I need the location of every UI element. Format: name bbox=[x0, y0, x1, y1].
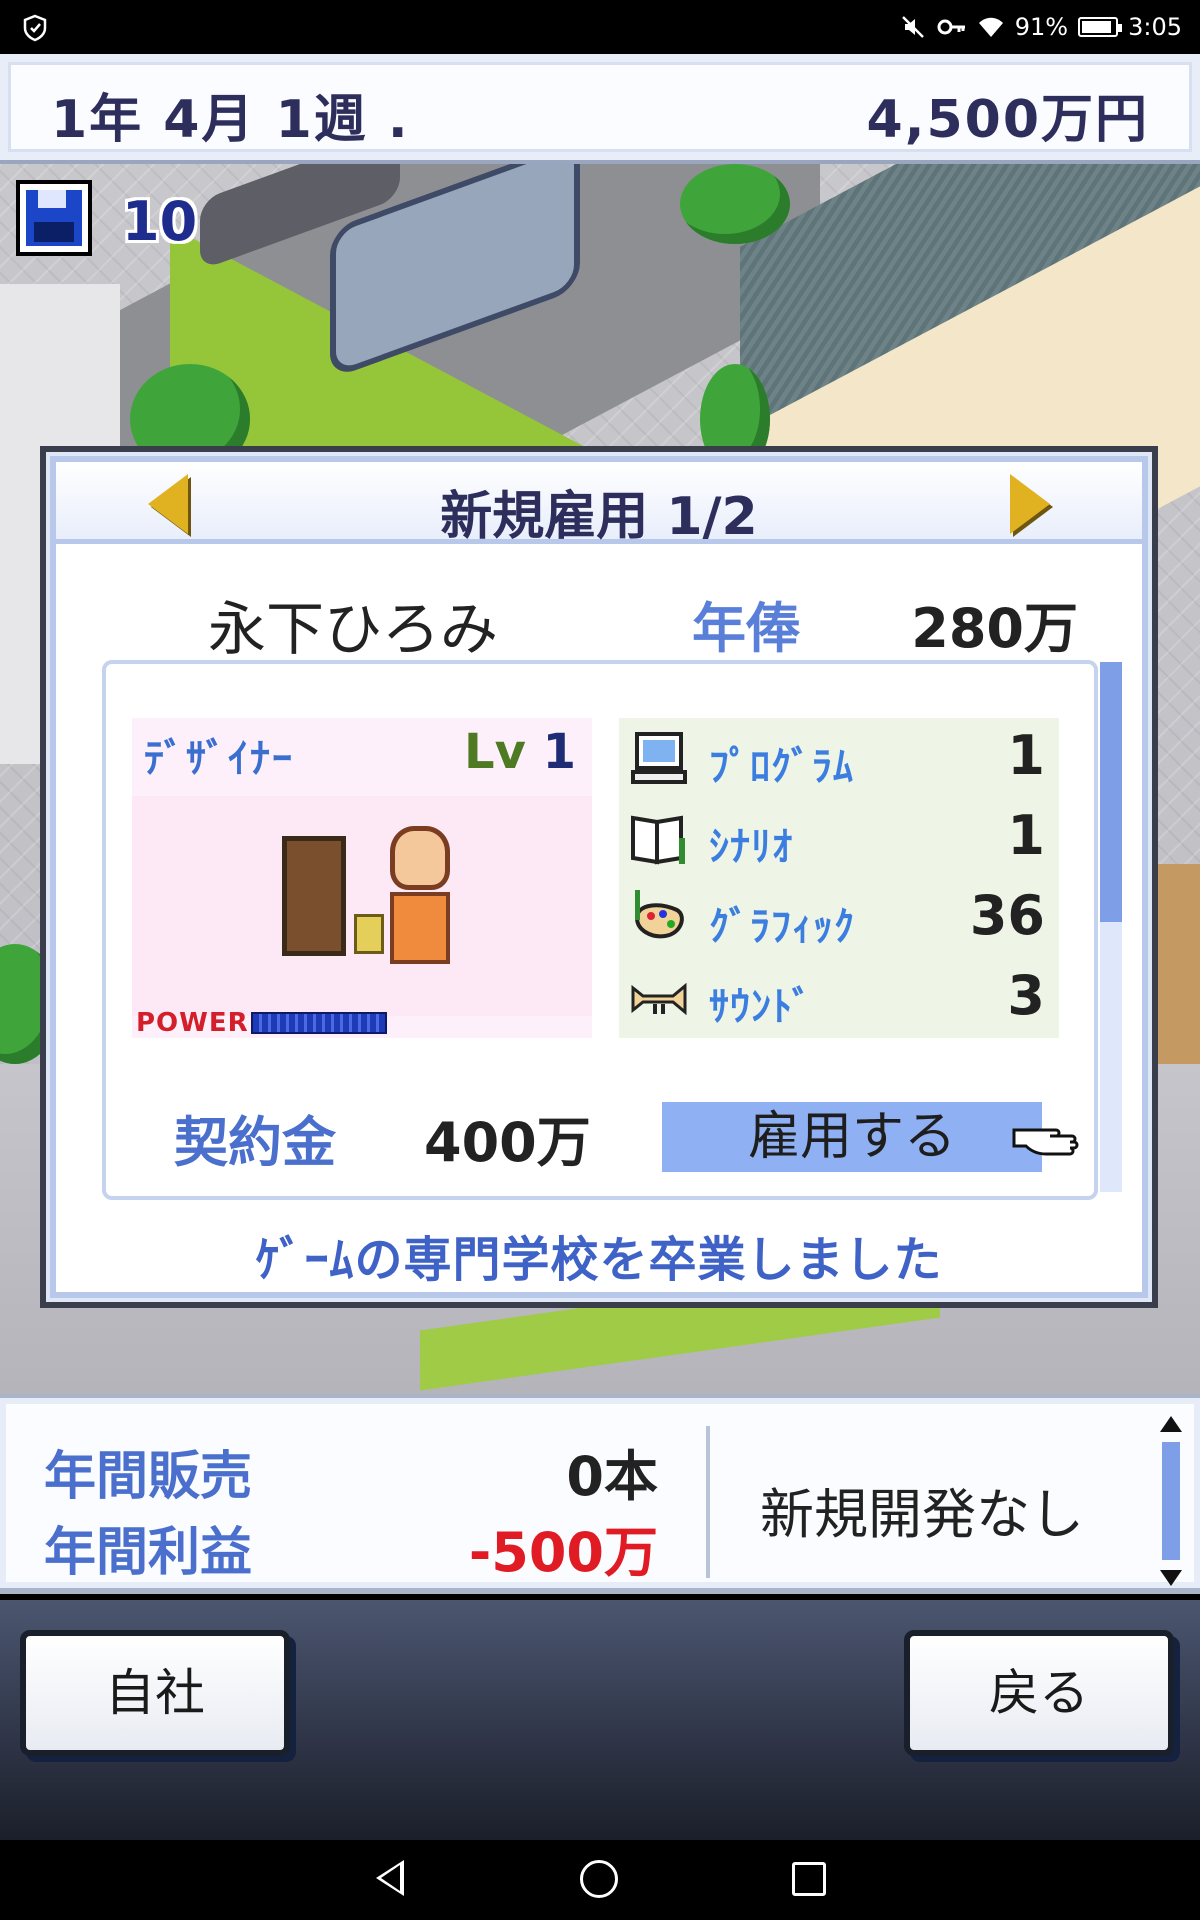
trumpet-icon bbox=[631, 982, 687, 1016]
card-scrollbar[interactable] bbox=[1100, 662, 1122, 1192]
book-icon bbox=[631, 815, 685, 865]
save-button[interactable] bbox=[16, 180, 92, 256]
nav-back-icon[interactable] bbox=[376, 1860, 404, 1896]
annual-stats-body: 年間販売 0本 年間利益 -500万 新規開発なし bbox=[6, 1404, 1194, 1586]
info-scrollbar[interactable] bbox=[1158, 1416, 1184, 1586]
wifi-icon bbox=[978, 17, 1003, 37]
hire-dialog: 新規雇用 1/2 永下ひろみ 年俸 280万 ﾃﾞｻﾞｲﾅｰ Lv 1 POWE… bbox=[40, 446, 1158, 1308]
mute-icon bbox=[901, 16, 924, 38]
dialog-header: 新規雇用 1/2 bbox=[56, 462, 1142, 547]
salary-label: 年俸 bbox=[692, 597, 800, 660]
battery-level bbox=[1082, 21, 1112, 33]
navigation-bar bbox=[0, 1840, 1200, 1920]
back-button[interactable]: 戻る bbox=[904, 1630, 1174, 1756]
scroll-up-icon[interactable] bbox=[1160, 1416, 1182, 1432]
save-count: 10 bbox=[122, 190, 198, 253]
stat-label: ﾌﾟﾛｸﾞﾗﾑ bbox=[709, 744, 854, 790]
avatar-body bbox=[390, 892, 450, 964]
power-meter: POWER bbox=[136, 1008, 387, 1038]
power-label: POWER bbox=[136, 1008, 249, 1038]
stat-label: ｸﾞﾗﾌｨｯｸ bbox=[709, 904, 855, 950]
easel-icon bbox=[282, 836, 346, 956]
status-icons: 91% 3:05 bbox=[899, 10, 1182, 44]
stat-row-sound: ｻｳﾝﾄﾞ 3 bbox=[619, 958, 1059, 1036]
employee-level: Lv 1 bbox=[464, 724, 576, 780]
employee-name: 永下ひろみ bbox=[208, 595, 499, 663]
company-button[interactable]: 自社 bbox=[20, 1630, 290, 1756]
status-bar: 91% 3:05 bbox=[0, 0, 1200, 54]
annual-sales-label: 年間販売 bbox=[44, 1447, 253, 1507]
scroll-down-icon[interactable] bbox=[1160, 1570, 1182, 1586]
paint-bucket-icon bbox=[354, 914, 384, 954]
clock: 3:05 bbox=[1128, 13, 1182, 41]
dialog-title: 新規雇用 1/2 bbox=[440, 487, 758, 547]
salary-value: 280万 bbox=[911, 597, 1078, 660]
hire-button[interactable]: 雇用する bbox=[662, 1102, 1042, 1172]
contract-fee-value: 400万 bbox=[424, 1111, 591, 1174]
shield-icon bbox=[23, 14, 47, 42]
development-status: 新規開発なし bbox=[760, 1483, 1084, 1546]
scrollbar-thumb[interactable] bbox=[1100, 662, 1122, 922]
battery-icon bbox=[1078, 17, 1123, 37]
game-date: 1年 4月 1週 . bbox=[51, 90, 410, 150]
funds: 4,500万円 bbox=[866, 90, 1149, 150]
annual-profit-value: -500万 bbox=[468, 1521, 658, 1584]
annual-stats-panel: 年間販売 0本 年間利益 -500万 新規開発なし bbox=[0, 1394, 1200, 1594]
level-value: 1 bbox=[542, 724, 576, 780]
date-money-panel: 1年 4月 1週 . 4,500万円 bbox=[8, 62, 1192, 152]
battery-percent: 91% bbox=[1014, 13, 1069, 41]
annual-profit-label: 年間利益 bbox=[44, 1523, 253, 1583]
nav-home-icon[interactable] bbox=[580, 1860, 618, 1898]
annual-sales-value: 0本 bbox=[566, 1445, 658, 1508]
employee-description: ｹﾞｰﾑの専門学校を卒業しました bbox=[255, 1232, 943, 1288]
key-icon bbox=[937, 19, 965, 35]
employee-role: ﾃﾞｻﾞｲﾅｰ bbox=[144, 736, 294, 782]
stat-label: ｻｳﾝﾄﾞ bbox=[709, 984, 813, 1030]
stat-row-scenario: ｼﾅﾘｵ 1 bbox=[619, 798, 1059, 876]
avatar-head bbox=[390, 826, 450, 890]
contract-fee-label: 契約金 bbox=[174, 1111, 336, 1174]
stat-value: 1 bbox=[1007, 804, 1045, 867]
power-bar bbox=[250, 1012, 387, 1034]
skill-stats: ﾌﾟﾛｸﾞﾗﾑ 1 ｼﾅﾘｵ 1 ｸﾞﾗﾌｨｯｸ 36 ｻｳﾝﾄﾞ 3 bbox=[619, 718, 1059, 1038]
stat-row-graphics: ｸﾞﾗﾌｨｯｸ 36 bbox=[619, 878, 1059, 956]
pointing-hand-icon bbox=[1012, 1128, 1079, 1156]
employee-profile: ﾃﾞｻﾞｲﾅｰ Lv 1 POWER bbox=[132, 718, 592, 1038]
tree bbox=[680, 164, 790, 244]
bottom-button-bar: 自社 戻る bbox=[0, 1600, 1200, 1840]
date-money-bar: 1年 4月 1週 . 4,500万円 bbox=[0, 54, 1200, 164]
stat-value: 1 bbox=[1007, 724, 1045, 787]
floppy-disk-icon bbox=[26, 190, 82, 246]
stat-label: ｼﾅﾘｵ bbox=[709, 824, 793, 870]
stat-value: 3 bbox=[1007, 964, 1045, 1027]
stat-value: 36 bbox=[969, 884, 1045, 947]
scrollbar-thumb[interactable] bbox=[1162, 1442, 1180, 1560]
employee-portrait: POWER bbox=[132, 796, 592, 1038]
palette-icon bbox=[634, 890, 684, 939]
next-arrow-icon[interactable] bbox=[1010, 474, 1050, 534]
hire-dialog-body: 新規雇用 1/2 永下ひろみ 年俸 280万 ﾃﾞｻﾞｲﾅｰ Lv 1 POWE… bbox=[50, 456, 1148, 1298]
stat-row-program: ﾌﾟﾛｸﾞﾗﾑ 1 bbox=[619, 718, 1059, 796]
level-prefix: Lv bbox=[464, 724, 526, 780]
computer-icon bbox=[631, 732, 687, 784]
nav-recents-icon[interactable] bbox=[792, 1862, 826, 1896]
